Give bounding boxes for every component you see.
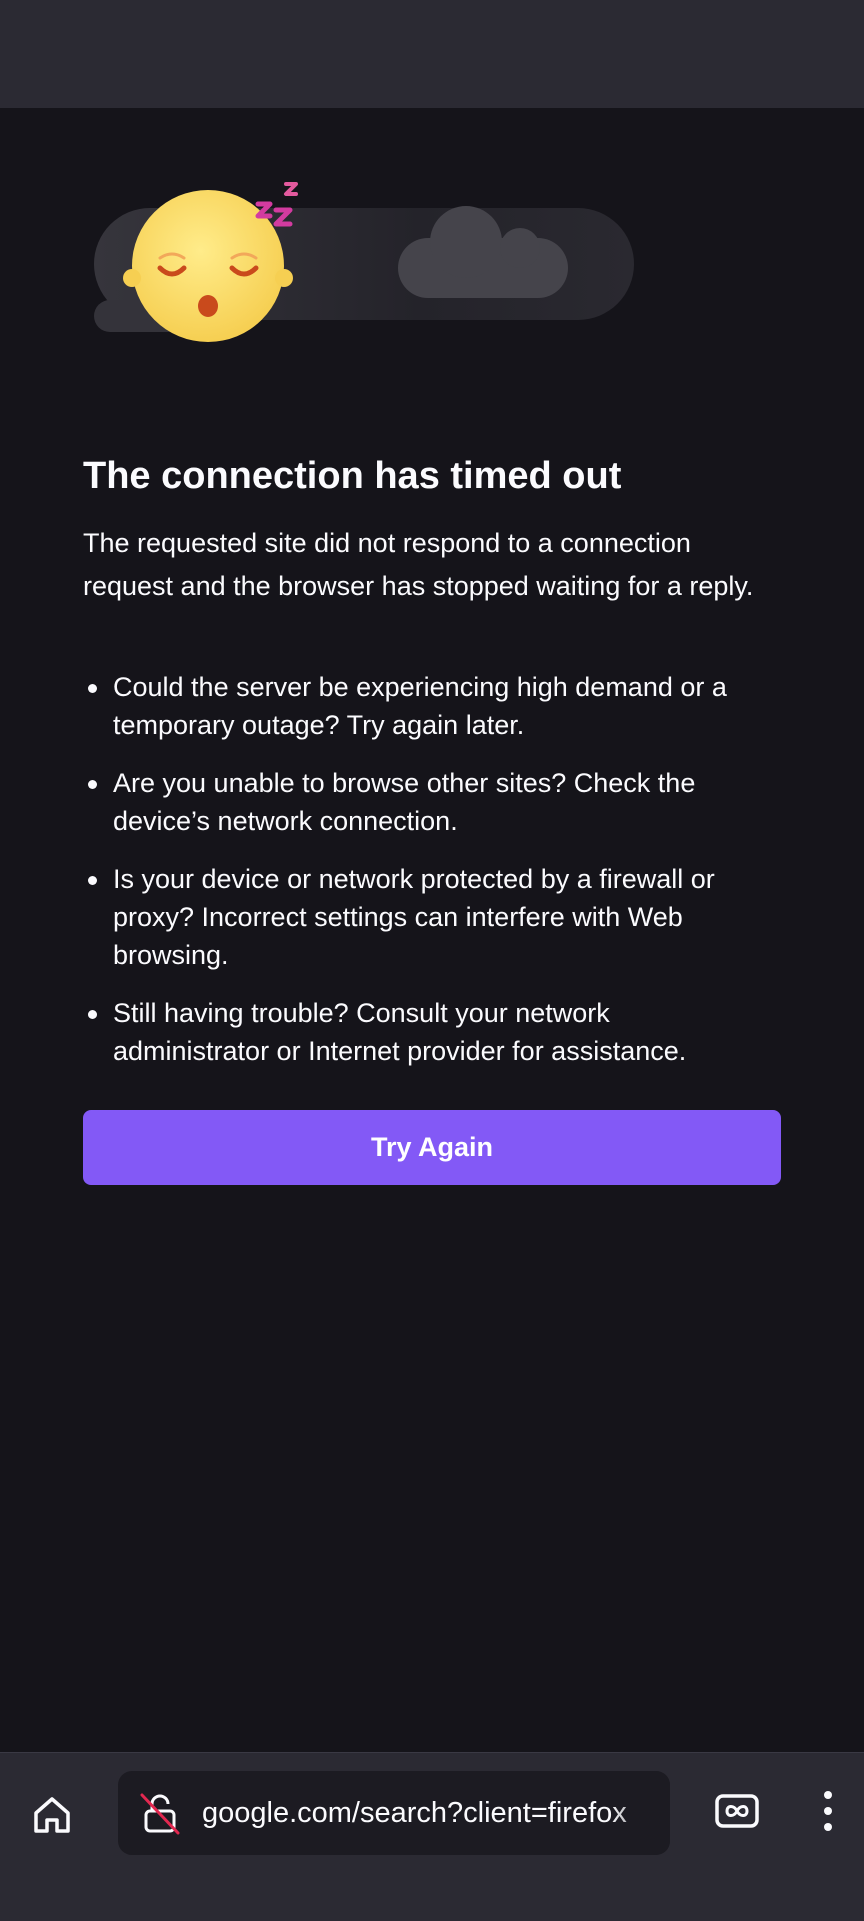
broken-lock-icon[interactable] — [138, 1791, 182, 1835]
status-bar — [0, 0, 864, 108]
url-text[interactable]: google.com/search?client=firefox — [202, 1771, 627, 1855]
try-again-button[interactable]: Try Again — [83, 1110, 781, 1185]
url-bar[interactable]: google.com/search?client=firefox — [118, 1771, 670, 1855]
list-item: Are you unable to browse other sites? Ch… — [83, 764, 763, 840]
home-icon — [30, 1793, 74, 1842]
list-item: Is your device or network protected by a… — [83, 860, 763, 974]
troubleshooting-list: Could the server be experiencing high de… — [83, 668, 763, 1090]
list-item: Still having trouble? Consult your netwo… — [83, 994, 763, 1070]
home-button[interactable] — [20, 1785, 84, 1849]
private-tabs-icon — [714, 1793, 760, 1834]
error-description: The requested site did not respond to a … — [83, 528, 754, 601]
page-title: The connection has timed out — [83, 455, 622, 497]
menu-button[interactable] — [800, 1781, 856, 1845]
bottom-toolbar: google.com/search?client=firefox — [0, 1752, 864, 1921]
sleeping-face-illustration — [90, 170, 650, 350]
list-item: Could the server be experiencing high de… — [83, 668, 763, 744]
more-vert-icon — [822, 1789, 834, 1838]
url-fade — [610, 1771, 670, 1855]
private-tabs-button[interactable] — [704, 1783, 770, 1843]
